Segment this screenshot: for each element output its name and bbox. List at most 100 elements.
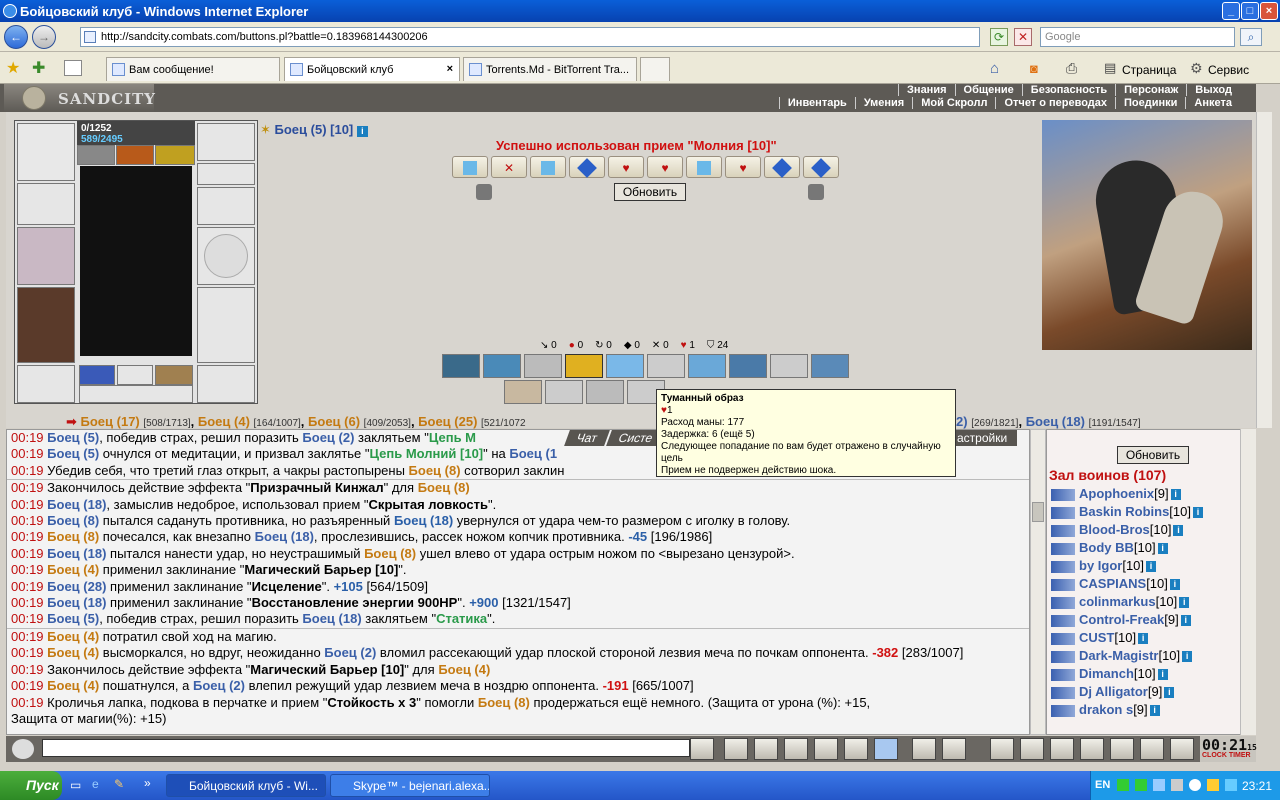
log-scrollbar[interactable]	[1030, 429, 1046, 735]
fight-icon[interactable]	[1050, 738, 1074, 760]
technique-5[interactable]	[606, 354, 644, 378]
ring-slot-1[interactable]	[77, 145, 115, 165]
fighter-name[interactable]: Боец (2)	[193, 678, 245, 693]
player-entry[interactable]: CUST[10] i	[1051, 630, 1149, 648]
tab-chat[interactable]: Чат	[564, 430, 610, 446]
add-favorite-icon[interactable]: ✚	[32, 58, 45, 78]
refresh-button[interactable]: Обновить	[614, 183, 686, 201]
menu-my-scroll[interactable]: Мой Скролл	[912, 97, 995, 109]
fighter-link[interactable]: Боец (6)	[308, 414, 360, 429]
info-icon[interactable]: i	[1182, 651, 1193, 663]
volume-icon[interactable]	[1171, 779, 1183, 791]
fraction-icon[interactable]	[844, 738, 868, 760]
fighter-name[interactable]: Боец (4)	[47, 645, 99, 660]
scroll-spell-2[interactable]: ✕	[491, 156, 527, 178]
player-entry[interactable]: Body BB[10] i	[1051, 540, 1168, 558]
fighter-name[interactable]: Боец (5)	[47, 611, 99, 626]
legs-slot[interactable]	[197, 287, 255, 363]
player-entry[interactable]: Apophoenix[9] i	[1051, 486, 1181, 504]
menu-skills[interactable]: Умения	[854, 97, 912, 109]
player-name[interactable]: by Igor	[1079, 558, 1122, 573]
print-icon[interactable]: ⎙	[1066, 60, 1077, 77]
technique-13[interactable]	[586, 380, 624, 404]
player-name[interactable]: CUST	[1079, 630, 1114, 645]
fighter-name[interactable]: Боец (18)	[47, 595, 106, 610]
fighter-name[interactable]: Боец (8)	[47, 529, 99, 544]
info-icon[interactable]: i	[1164, 687, 1175, 699]
fighter-name[interactable]: Боец (8)	[478, 695, 530, 710]
info-icon[interactable]: i	[1169, 579, 1180, 591]
technique-8[interactable]	[729, 354, 767, 378]
tab-torrents[interactable]: Torrents.Md - BitTorrent Tra...	[463, 57, 637, 81]
info-icon[interactable]: i	[1173, 525, 1184, 537]
menu-transfers[interactable]: Отчет о переводах	[995, 97, 1115, 109]
search-icon[interactable]: ⌕	[1240, 28, 1262, 46]
player-name[interactable]: Dark-Magistr	[1079, 648, 1158, 663]
fighter-name[interactable]: Боец (4)	[47, 678, 99, 693]
save-icon[interactable]	[784, 738, 808, 760]
language-indicator[interactable]: EN	[1095, 779, 1110, 791]
menu-inventory[interactable]: Инвентарь	[778, 97, 855, 109]
content-scrollbar[interactable]	[1256, 112, 1272, 428]
player-name[interactable]: Blood-Bros	[1079, 522, 1150, 537]
player-name[interactable]: Dimanch	[1079, 666, 1134, 681]
fighter-title[interactable]: ✶ Боец (5) [10] i	[260, 122, 368, 138]
info-icon[interactable]: i	[1138, 633, 1149, 645]
tray-icon[interactable]	[1225, 779, 1237, 791]
info-icon[interactable]: i	[356, 126, 368, 137]
service-menu[interactable]: Сервис	[1208, 63, 1249, 77]
potion-slot-1[interactable]	[79, 365, 115, 385]
amulet-slot[interactable]	[197, 163, 255, 185]
scroll-spell-8[interactable]: ♥	[725, 156, 761, 178]
fighter-name[interactable]: Боец (4)	[47, 629, 99, 644]
smiley-icon[interactable]	[12, 739, 34, 759]
technique-10[interactable]	[811, 354, 849, 378]
scroll-spell-6[interactable]: ♥	[647, 156, 683, 178]
menu-profile[interactable]: Анкета	[1185, 97, 1240, 109]
menu-communication[interactable]: Общение	[954, 84, 1022, 96]
player-entry[interactable]: CASPIANS[10] i	[1051, 576, 1180, 594]
tab-settings[interactable]: астройки	[947, 430, 1018, 446]
player-entry[interactable]: by Igor[10] i	[1051, 558, 1157, 576]
player-entry[interactable]: Dimanch[10] i	[1051, 666, 1168, 684]
info-icon[interactable]: i	[1157, 669, 1168, 681]
player-entry[interactable]: Control-Freak[9] i	[1051, 612, 1191, 630]
player-name[interactable]: Apophoenix	[1079, 486, 1154, 501]
player-entry[interactable]: drakon s[9] i	[1051, 702, 1160, 720]
menu-knowledge[interactable]: Знания	[898, 84, 954, 96]
player-entry[interactable]: Dj Alligator[9] i	[1051, 684, 1175, 702]
fighter-name[interactable]: Боец (2)	[324, 645, 376, 660]
technique-9[interactable]	[770, 354, 808, 378]
fighter-name[interactable]: Боец (2)	[302, 430, 354, 445]
fighter-name[interactable]: Боец (8)	[47, 513, 99, 528]
left-arrow-icon[interactable]	[476, 184, 492, 200]
tray-icon[interactable]	[1135, 779, 1147, 791]
glove-slot[interactable]	[197, 187, 255, 225]
menu-exit[interactable]: Выход	[1186, 84, 1240, 96]
player-name[interactable]: colinmarkus	[1079, 594, 1156, 609]
player-name[interactable]: CASPIANS	[1079, 576, 1146, 591]
player-name[interactable]: drakon s	[1079, 702, 1133, 717]
fighter-link[interactable]: 2)	[956, 414, 968, 429]
info-icon[interactable]: i	[1180, 615, 1191, 627]
technique-11[interactable]	[504, 380, 542, 404]
scroll-spell-9[interactable]	[764, 156, 800, 178]
scroll-spell-3[interactable]	[530, 156, 566, 178]
player-entry[interactable]: Dark-Magistr[10] i	[1051, 648, 1193, 666]
feeds-icon[interactable]: ◙	[1030, 61, 1038, 76]
right-arrow-icon[interactable]	[808, 184, 824, 200]
close-tab-icon[interactable]: ×	[447, 63, 453, 75]
earring-slot[interactable]	[197, 123, 255, 161]
scroll-spell-10[interactable]	[803, 156, 839, 178]
player-name[interactable]: Dj Alligator	[1079, 684, 1148, 699]
scroll-spell-1[interactable]	[452, 156, 488, 178]
fighter-name[interactable]: Боец (4)	[438, 662, 490, 677]
fighter-name[interactable]: Боец (18)	[255, 529, 314, 544]
music-icon[interactable]	[874, 738, 898, 760]
player-entry[interactable]: Blood-Bros[10] i	[1051, 522, 1184, 540]
start-button[interactable]: Пуск	[0, 771, 62, 800]
tab-message[interactable]: Вам сообщение!	[106, 57, 280, 81]
tray-icon[interactable]	[1117, 779, 1129, 791]
scroll-thumb[interactable]	[1032, 502, 1044, 522]
fighter-link[interactable]: Боец (25)	[418, 414, 477, 429]
